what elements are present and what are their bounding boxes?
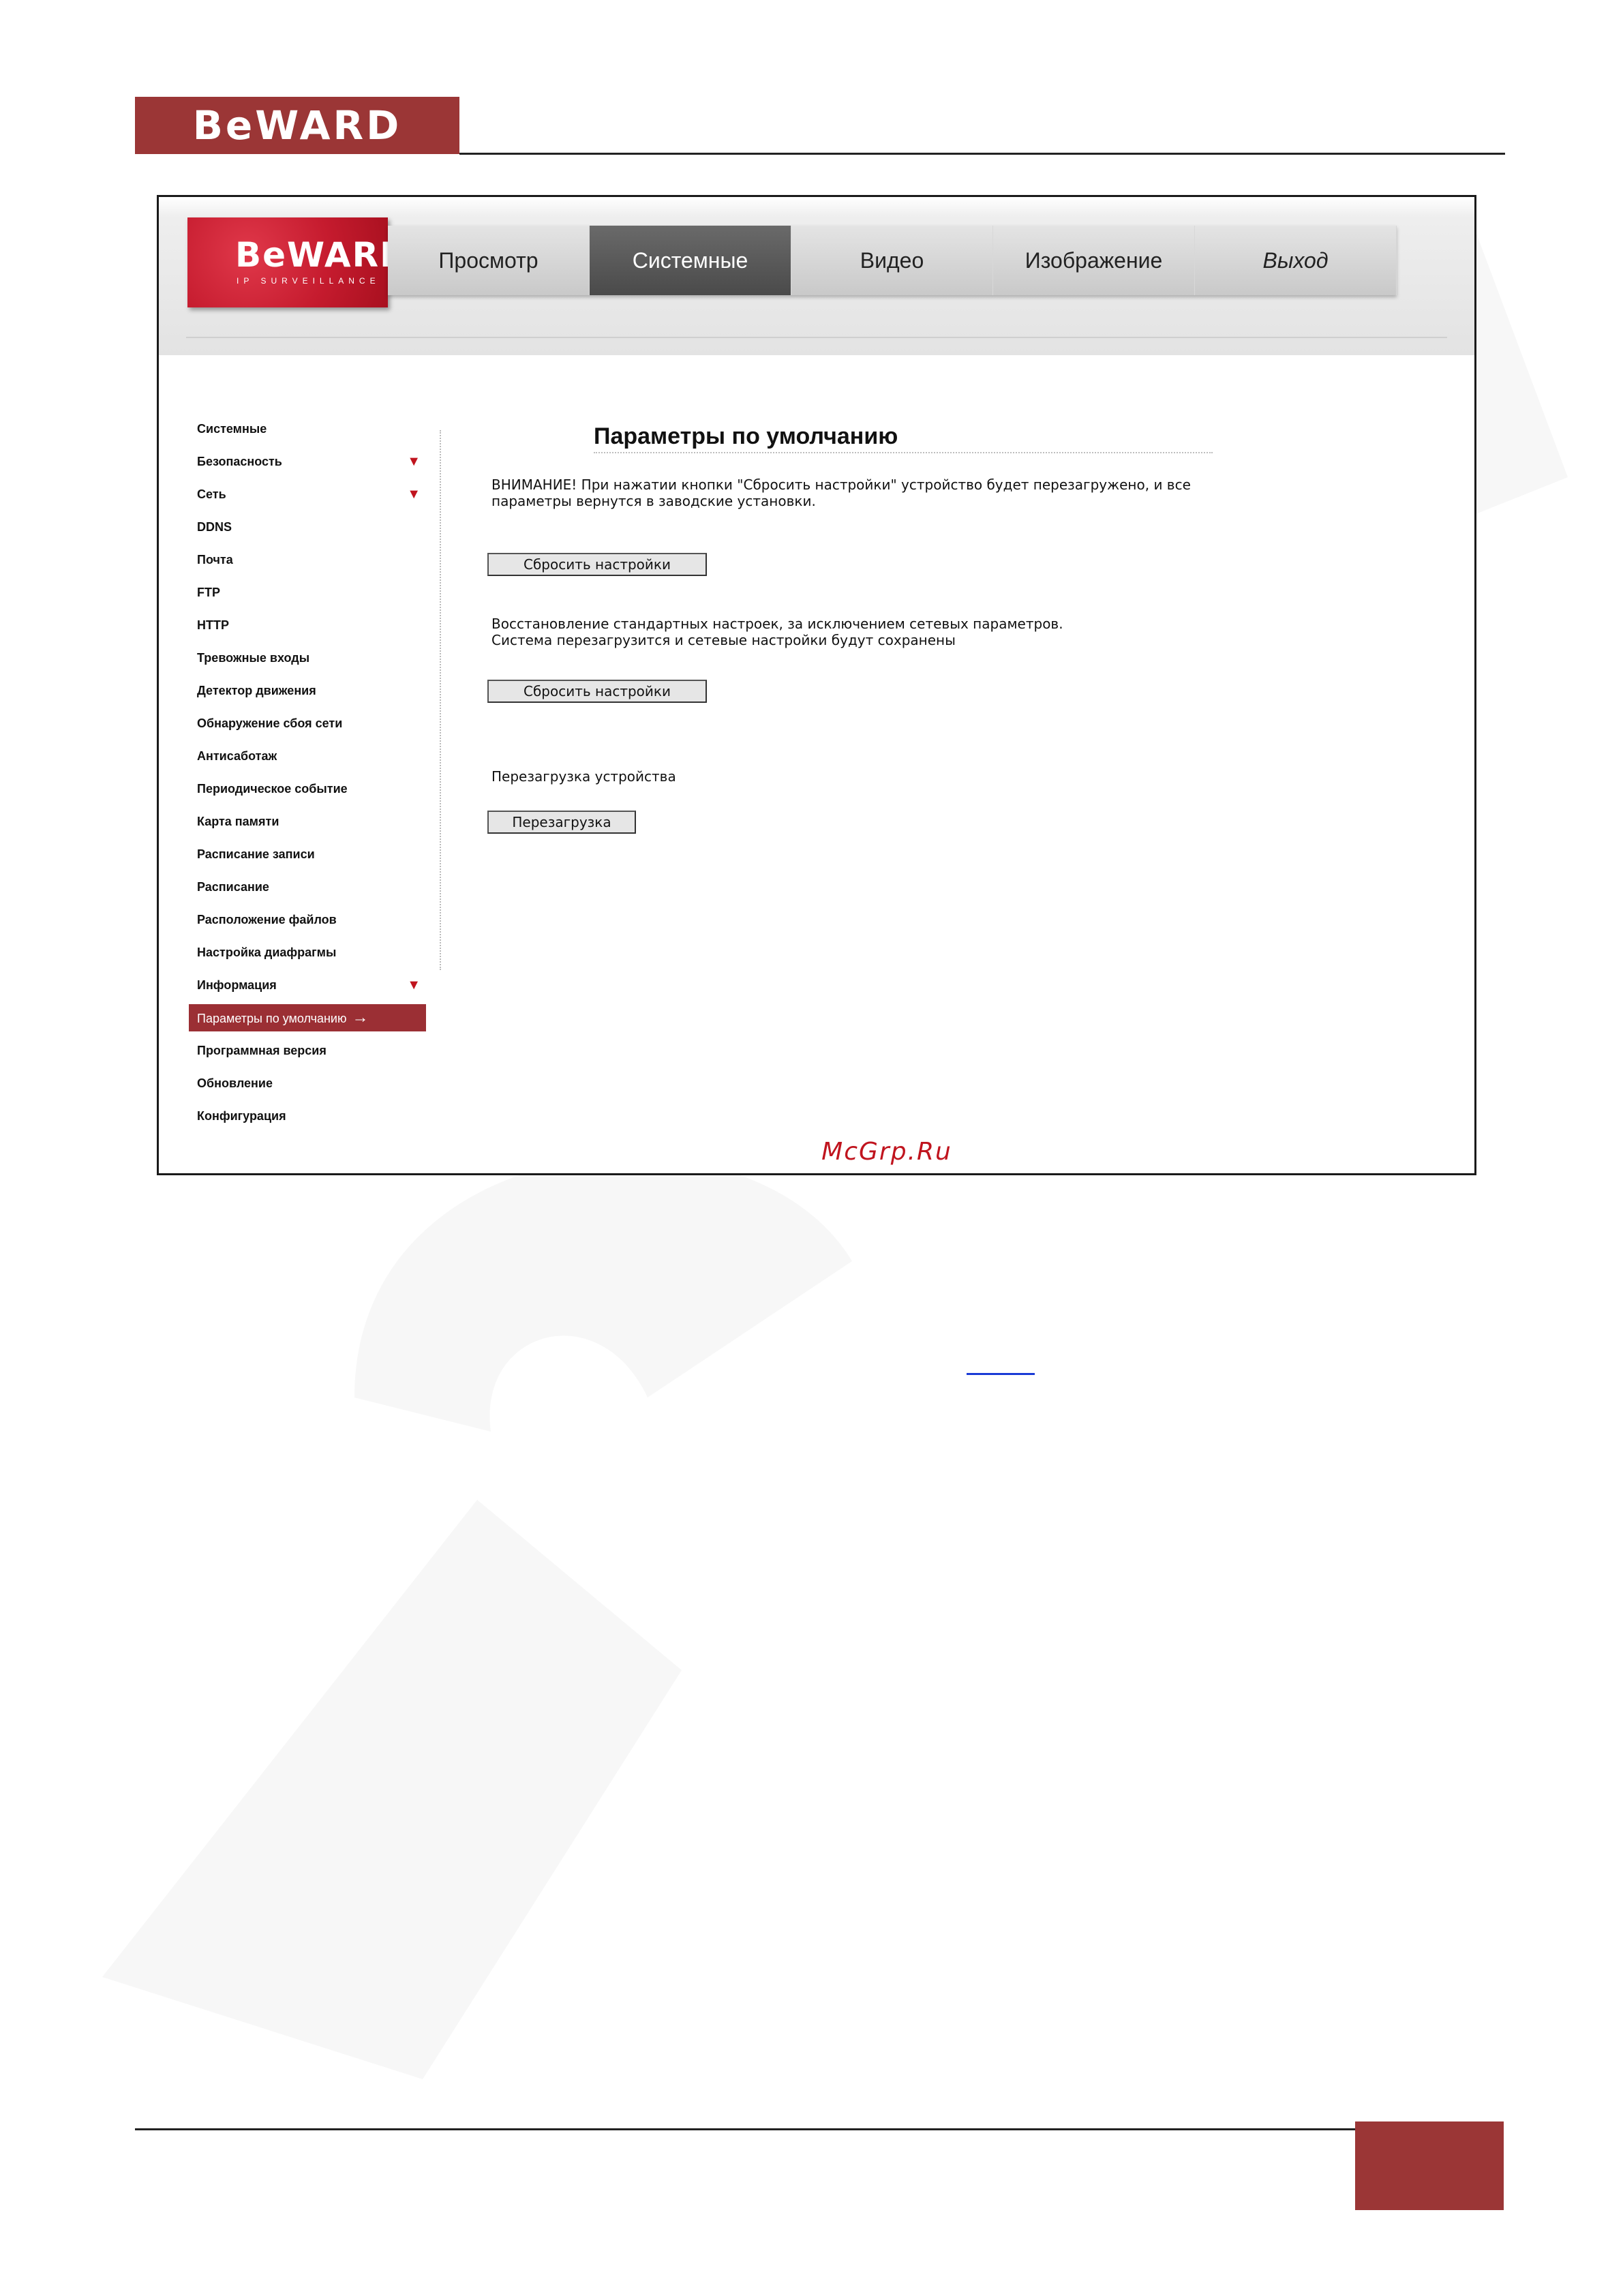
device-web-interface-screenshot: BeWARD IP SURVEILLANCE Просмотр Системны…	[157, 195, 1476, 1175]
sidebar-item-label: Периодическое событие	[197, 782, 348, 796]
tab-system[interactable]: Системные	[590, 226, 791, 295]
sidebar-item-update[interactable]: Обновление	[189, 1070, 426, 1097]
sidebar-item-label: Обновление	[197, 1076, 273, 1090]
sidebar-item-label: Тревожные входы	[197, 651, 310, 665]
partial-line-2: Система перезагрузится и сетевые настрой…	[491, 632, 956, 648]
sidebar-item-iris-settings[interactable]: Настройка диафрагмы	[189, 939, 426, 966]
warning-text: ВНИМАНИЕ! При нажатии кнопки "Сбросить н…	[491, 477, 1191, 509]
sidebar-item-label: Информация	[197, 978, 277, 992]
app-logo-name: BeWARD	[235, 235, 388, 275]
sidebar-item-label: Детектор движения	[197, 684, 316, 697]
sidebar-item-configuration[interactable]: Конфигурация	[189, 1102, 426, 1130]
app-logo: BeWARD IP SURVEILLANCE	[187, 217, 388, 307]
tab-view[interactable]: Просмотр	[388, 226, 590, 295]
sidebar-item-label: Расположение файлов	[197, 913, 337, 926]
sidebar-item-file-location[interactable]: Расположение файлов	[189, 906, 426, 933]
sidebar-item-network[interactable]: Сеть ▼	[189, 481, 426, 508]
sidebar-item-alarm-inputs[interactable]: Тревожные входы	[189, 644, 426, 671]
sidebar-item-label: Почта	[197, 553, 233, 567]
sidebar-item-tamper[interactable]: Антисаботаж	[189, 742, 426, 770]
sidebar-item-info[interactable]: Информация ▼	[189, 971, 426, 999]
partial-line-1: Восстановление стандартных настроек, за …	[491, 616, 1063, 632]
sidebar-item-label: Антисаботаж	[197, 749, 277, 763]
sidebar-item-label: Настройка диафрагмы	[197, 946, 337, 959]
sidebar-item-label: Сеть	[197, 487, 226, 501]
sidebar-item-label: Программная версия	[197, 1044, 327, 1057]
sidebar-item-firmware-version[interactable]: Программная версия	[189, 1037, 426, 1064]
sidebar-item-schedule[interactable]: Расписание	[189, 873, 426, 901]
top-band: BeWARD IP SURVEILLANCE Просмотр Системны…	[159, 197, 1474, 355]
sidebar-item-mail[interactable]: Почта	[189, 546, 426, 573]
sidebar-item-http[interactable]: HTTP	[189, 611, 426, 639]
document-header-logo: BeWARD	[135, 97, 459, 154]
reset-all-button[interactable]: Сбросить настройки	[487, 553, 707, 576]
title-divider	[594, 452, 1213, 453]
sidebar-item-label: Параметры по умолчанию	[197, 1012, 347, 1025]
tab-logout[interactable]: Выход	[1195, 226, 1397, 295]
reboot-label: Перезагрузка устройства	[491, 768, 676, 785]
triangle-down-icon: ▼	[407, 487, 421, 502]
sidebar-item-label: Системные	[197, 422, 267, 436]
sidebar-item-security[interactable]: Безопасность ▼	[189, 448, 426, 475]
sidebar-item-label: Безопасность	[197, 455, 282, 468]
sidebar-item-label: FTP	[197, 586, 220, 599]
sidebar-divider	[440, 430, 441, 970]
reboot-button[interactable]: Перезагрузка	[487, 811, 636, 834]
tab-video[interactable]: Видео	[791, 226, 993, 295]
sidebar-item-ddns[interactable]: DDNS	[189, 513, 426, 541]
warning-line-1: ВНИМАНИЕ! При нажатии кнопки "Сбросить н…	[491, 477, 1191, 493]
document-hyperlink[interactable]	[967, 1373, 1035, 1375]
sidebar-item-label: Карта памяти	[197, 815, 279, 828]
sidebar-item-motion-detector[interactable]: Детектор движения	[189, 677, 426, 704]
arrow-right-icon: →	[352, 1008, 369, 1027]
document-header-rule	[459, 153, 1505, 155]
sidebar-item-defaults[interactable]: Параметры по умолчанию →	[189, 1004, 426, 1031]
sidebar-item-record-schedule[interactable]: Расписание записи	[189, 841, 426, 868]
sidebar-item-label: DDNS	[197, 520, 232, 534]
site-watermark-text: McGrp.Ru	[821, 1138, 952, 1166]
sidebar-item-label: Расписание	[197, 880, 269, 894]
sidebar-item-label: Конфигурация	[197, 1109, 286, 1123]
warning-line-2: параметры вернутся в заводские установки…	[491, 493, 816, 509]
top-band-divider	[186, 337, 1447, 338]
triangle-down-icon: ▼	[407, 454, 421, 469]
reset-keep-network-button[interactable]: Сбросить настройки	[487, 680, 707, 703]
page-title: Параметры по умолчанию	[594, 423, 898, 449]
sidebar-item-label: Обнаружение сбоя сети	[197, 716, 343, 730]
sidebar-item-system[interactable]: Системные	[189, 415, 426, 442]
document-footer-rule	[135, 2128, 1355, 2130]
document-footer-block	[1355, 2121, 1504, 2210]
partial-reset-text: Восстановление стандартных настроек, за …	[491, 616, 1063, 648]
main-nav: Просмотр Системные Видео Изображение Вых…	[388, 226, 1397, 295]
tab-image[interactable]: Изображение	[993, 226, 1195, 295]
sidebar-item-memory-card[interactable]: Карта памяти	[189, 808, 426, 835]
sidebar-item-periodic-event[interactable]: Периодическое событие	[189, 775, 426, 802]
triangle-down-icon: ▼	[407, 978, 421, 993]
sidebar-item-label: Расписание записи	[197, 847, 315, 861]
sidebar-item-network-failure[interactable]: Обнаружение сбоя сети	[189, 710, 426, 737]
sidebar-item-ftp[interactable]: FTP	[189, 579, 426, 606]
sidebar-item-label: HTTP	[197, 618, 229, 632]
app-logo-tagline: IP SURVEILLANCE	[237, 276, 380, 286]
